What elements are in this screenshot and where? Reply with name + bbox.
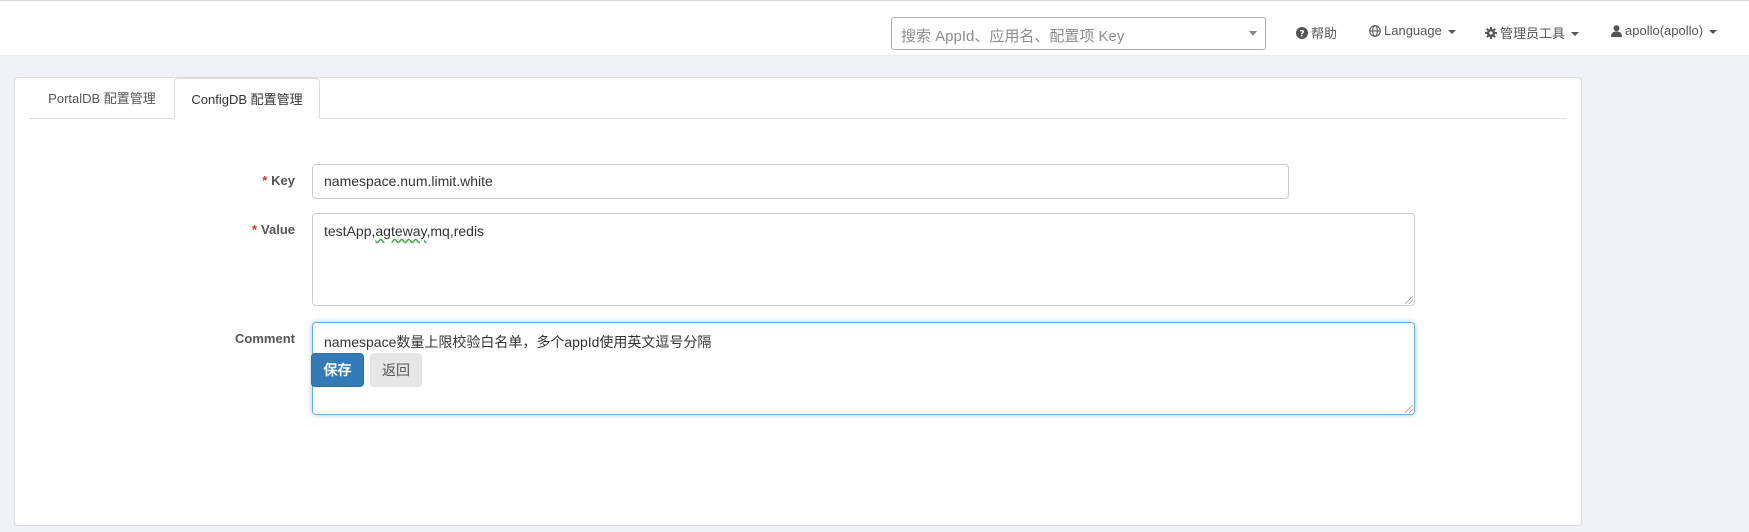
globe-icon xyxy=(1369,24,1381,37)
required-marker: * xyxy=(262,173,268,188)
key-label: * Key xyxy=(245,173,295,188)
resize-handle[interactable] xyxy=(1405,296,1413,304)
search-select[interactable]: 搜索 AppId、应用名、配置项 Key xyxy=(891,17,1266,50)
user-icon xyxy=(1611,24,1622,37)
caret-down-icon xyxy=(1571,31,1580,36)
gear-icon xyxy=(1485,26,1497,39)
value-label: * Value xyxy=(231,222,295,237)
comment-value: namespace数量上限校验白名单，多个appId使用英文逗号分隔 xyxy=(324,334,712,350)
svg-text:?: ? xyxy=(1299,29,1304,39)
value-part-2: agteway xyxy=(375,223,427,239)
key-input-value: namespace.num.limit.white xyxy=(324,173,493,189)
required-marker: * xyxy=(251,222,258,237)
key-label-text: Key xyxy=(271,173,295,188)
help-link[interactable]: ? 帮助 xyxy=(1296,23,1337,42)
save-button[interactable]: 保存 xyxy=(311,353,364,387)
tab-configdb[interactable]: ConfigDB 配置管理 xyxy=(174,78,320,119)
resize-handle[interactable] xyxy=(1405,405,1413,413)
chevron-down-icon[interactable] xyxy=(1249,31,1257,36)
value-part-1: testApp, xyxy=(324,223,376,239)
back-button[interactable]: 返回 xyxy=(370,353,422,387)
language-label: Language xyxy=(1384,23,1442,38)
user-dropdown[interactable]: apollo(apollo) xyxy=(1611,23,1718,38)
value-part-3: ,mq,redis xyxy=(426,223,485,239)
tab-portaldb[interactable]: PortalDB 配置管理 xyxy=(29,78,175,119)
key-input[interactable]: namespace.num.limit.white xyxy=(312,164,1289,199)
comment-textarea[interactable]: namespace数量上限校验白名单，多个appId使用英文逗号分隔 xyxy=(312,322,1415,415)
language-dropdown[interactable]: Language xyxy=(1369,23,1456,38)
user-label: apollo(apollo) xyxy=(1625,23,1704,38)
value-textarea[interactable]: testApp,agteway,mq,redis xyxy=(312,213,1415,306)
question-circle-icon: ? xyxy=(1296,26,1308,39)
comment-label: Comment xyxy=(235,331,295,346)
help-label: 帮助 xyxy=(1311,26,1338,41)
search-placeholder: 搜索 AppId、应用名、配置项 Key xyxy=(901,28,1125,45)
caret-down-icon xyxy=(1709,29,1718,34)
top-navbar: 搜索 AppId、应用名、配置项 Key ? 帮助 Language 管理员工具… xyxy=(0,0,1749,56)
admin-tools-label: 管理员工具 xyxy=(1500,26,1566,41)
value-label-text: Value xyxy=(261,222,295,237)
caret-down-icon xyxy=(1447,29,1456,34)
config-panel: PortalDB 配置管理 ConfigDB 配置管理 * Key namespa… xyxy=(14,77,1582,526)
admin-tools-dropdown[interactable]: 管理员工具 xyxy=(1485,23,1580,42)
